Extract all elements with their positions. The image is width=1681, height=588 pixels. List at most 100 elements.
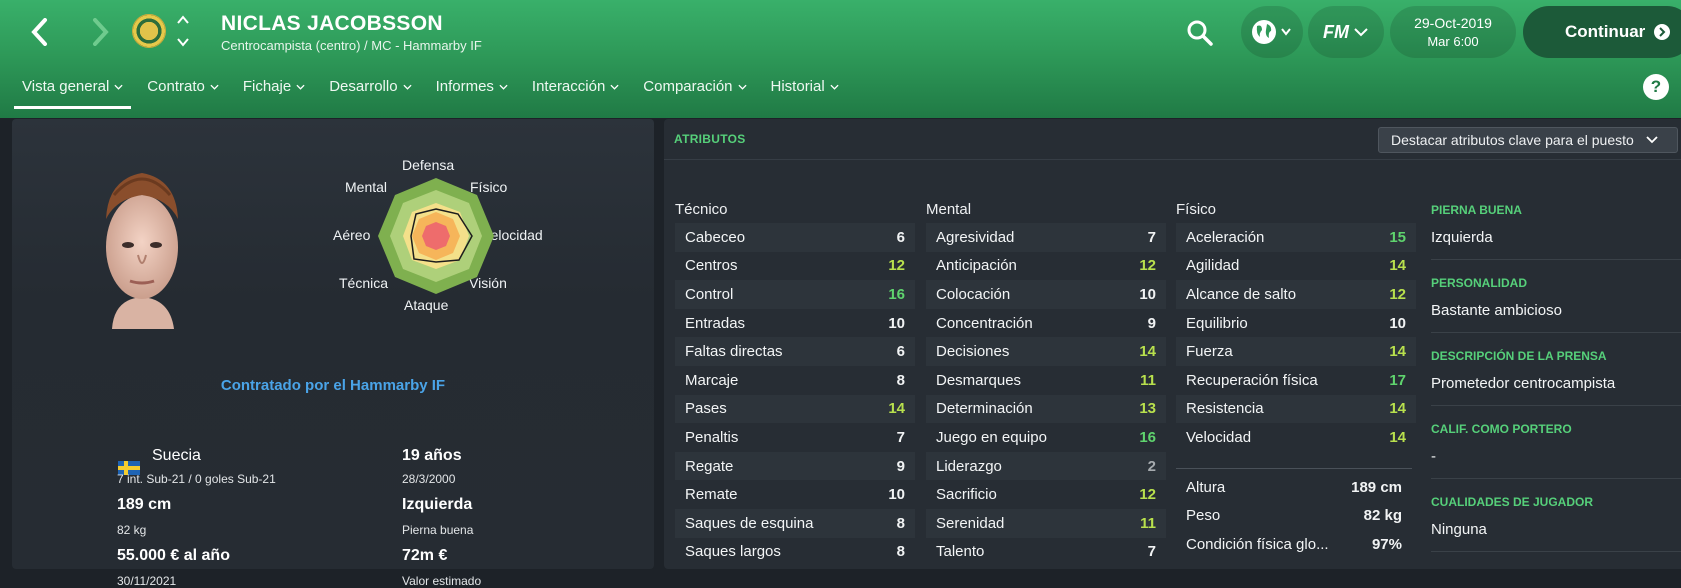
current-time: Mar 6:00 xyxy=(1427,34,1479,49)
attribute-name: Resistencia xyxy=(1186,400,1264,418)
nationality[interactable]: Suecia xyxy=(152,447,201,465)
detail-label: PERSONALIDAD xyxy=(1431,276,1528,290)
attribute-name: Control xyxy=(685,285,734,303)
preferred-foot: Izquierda xyxy=(402,496,473,513)
tab-desarrollo[interactable]: Desarrollo xyxy=(321,76,419,109)
physical-attribute-row[interactable]: Agilidad 14 xyxy=(1176,252,1416,281)
chevron-down-icon xyxy=(1354,28,1368,37)
measurement-attribute-row[interactable]: Peso 82 kg xyxy=(1176,502,1412,531)
overview-panel: Defensa Mental Físico Aéreo Velocidad Té… xyxy=(12,119,654,588)
physical-attribute-row[interactable]: Resistencia 14 xyxy=(1176,394,1416,424)
mental-attribute-row[interactable]: Anticipación 12 xyxy=(926,252,1166,281)
mental-attribute-row[interactable]: Serenidad 11 xyxy=(926,508,1166,538)
physical-attribute-row[interactable]: Aceleración 15 xyxy=(1176,223,1416,252)
world-menu-button[interactable] xyxy=(1241,6,1303,58)
mental-attribute-row[interactable]: Colocación 10 xyxy=(926,280,1166,309)
player-details-list: PIERNA BUENA Izquierda PERSONALIDAD Bastant… xyxy=(1431,203,1681,568)
highlight-attributes-dropdown[interactable]: Destacar atributos clave para el puesto xyxy=(1378,127,1678,153)
technical-heading: Técnico xyxy=(675,201,728,218)
tab-vista-general[interactable]: Vista general xyxy=(14,76,132,109)
technical-attribute-row[interactable]: Saques de esquina 8 xyxy=(675,508,915,538)
measurement-attribute-row[interactable]: Condición física glo... 97% xyxy=(1176,530,1412,559)
player-portrait-image xyxy=(106,173,178,329)
technical-attribute-row[interactable]: Centros 12 xyxy=(675,252,915,281)
technical-attribute-row[interactable]: Faltas directas 6 xyxy=(675,337,915,366)
technical-attributes-list: Cabeceo 6 Centros 12 Control 16 Entradas 10 Falt… xyxy=(675,223,915,566)
attribute-name: Liderazgo xyxy=(936,457,1002,475)
globe-icon xyxy=(1252,20,1291,44)
date-display[interactable]: 29-Oct-2019 Mar 6:00 xyxy=(1390,6,1516,58)
mental-attribute-row[interactable]: Juego en equipo 16 xyxy=(926,423,1166,452)
search-icon xyxy=(1187,20,1213,46)
mental-attribute-row[interactable]: Agresividad 7 xyxy=(926,223,1166,252)
radar-label-aereo: Aéreo xyxy=(333,227,371,243)
profile-tabs: Vista general Contrato Fichaje Desarroll… xyxy=(14,76,855,109)
player-switch-arrows[interactable] xyxy=(176,14,190,48)
attribute-name: Desmarques xyxy=(936,371,1022,389)
technical-attribute-row[interactable]: Marcaje 8 xyxy=(675,366,915,395)
youth-caps: 7 int. Sub-21 / 0 goles Sub-21 xyxy=(117,472,276,486)
attribute-value: 10 xyxy=(1389,314,1406,332)
mental-attribute-row[interactable]: Desmarques 11 xyxy=(926,366,1166,395)
attribute-value: 14 xyxy=(1389,428,1406,446)
fm-logo: FM xyxy=(1323,21,1349,42)
mental-attribute-row[interactable]: Determinación 13 xyxy=(926,394,1166,424)
fm-menu-button[interactable]: FM xyxy=(1308,6,1384,58)
technical-attribute-row[interactable]: Remate 10 xyxy=(675,480,915,509)
attribute-name: Altura xyxy=(1186,478,1226,496)
technical-attribute-row[interactable]: Cabeceo 6 xyxy=(675,223,915,252)
attribute-value: 13 xyxy=(1139,400,1156,418)
tab-informes[interactable]: Informes xyxy=(428,76,516,109)
club-badge-icon[interactable] xyxy=(132,14,166,48)
attribute-name: Equilibrio xyxy=(1186,314,1248,332)
technical-attribute-row[interactable]: Pases 14 xyxy=(675,394,915,424)
tab-contrato[interactable]: Contrato xyxy=(139,76,227,109)
forward-button[interactable] xyxy=(86,14,116,50)
detail-value: Izquierda xyxy=(1431,221,1681,260)
attributes-panel: ATRIBUTOS Destacar atributos clave para … xyxy=(664,119,1681,569)
physical-attribute-row[interactable]: Fuerza 14 xyxy=(1176,337,1416,366)
attribute-value: 12 xyxy=(1139,486,1156,504)
attribute-name: Saques de esquina xyxy=(685,514,814,532)
tab-fichaje[interactable]: Fichaje xyxy=(235,76,313,109)
physical-attribute-row[interactable]: Velocidad 14 xyxy=(1176,423,1416,452)
player-subtitle: Centrocampista (centro) / MC - Hammarby … xyxy=(221,38,482,53)
attribute-name: Faltas directas xyxy=(685,343,783,361)
tab-comparacion[interactable]: Comparación xyxy=(635,76,754,109)
mental-attribute-row[interactable]: Liderazgo 2 xyxy=(926,451,1166,481)
attribute-name: Colocación xyxy=(936,285,1011,303)
attribute-name: Peso xyxy=(1186,507,1221,525)
attribute-value: 7 xyxy=(896,428,905,446)
signed-by-link[interactable]: Contratado por el Hammarby IF xyxy=(12,377,654,394)
detail-value: Bastante ambicioso xyxy=(1431,294,1681,333)
back-button[interactable] xyxy=(24,14,54,50)
mental-attribute-row[interactable]: Concentración 9 xyxy=(926,309,1166,338)
mental-attribute-row[interactable]: Decisiones 14 xyxy=(926,337,1166,366)
attribute-value: 9 xyxy=(896,457,905,475)
attribute-value: 12 xyxy=(1139,257,1156,275)
player-name: NICLAS JACOBSSON xyxy=(221,12,443,35)
attribute-value: 6 xyxy=(896,343,905,361)
tab-historial[interactable]: Historial xyxy=(763,76,847,109)
estimated-value-label: Valor estimado xyxy=(402,574,482,588)
attribute-value: 12 xyxy=(888,257,905,275)
detail-label: PIERNA BUENA xyxy=(1431,203,1522,217)
attribute-value: 7 xyxy=(1147,543,1156,561)
help-button[interactable]: ? xyxy=(1643,74,1669,100)
attribute-value: 14 xyxy=(1389,343,1406,361)
physical-attribute-row[interactable]: Alcance de salto 12 xyxy=(1176,280,1416,309)
technical-attribute-row[interactable]: Penaltis 7 xyxy=(675,423,915,452)
tab-interaccion[interactable]: Interacción xyxy=(524,76,627,109)
technical-attribute-row[interactable]: Entradas 10 xyxy=(675,309,915,338)
continue-button[interactable]: Continuar xyxy=(1523,6,1681,58)
physical-attribute-row[interactable]: Recuperación física 17 xyxy=(1176,366,1416,395)
attribute-name: Pases xyxy=(685,400,727,418)
detail-label: CALIF. COMO PORTERO xyxy=(1431,422,1572,436)
attribute-name: Condición física glo... xyxy=(1186,535,1329,553)
technical-attribute-row[interactable]: Control 16 xyxy=(675,280,915,309)
physical-attribute-row[interactable]: Equilibrio 10 xyxy=(1176,309,1416,338)
measurement-attribute-row[interactable]: Altura 189 cm xyxy=(1176,473,1412,502)
technical-attribute-row[interactable]: Regate 9 xyxy=(675,451,915,481)
mental-attribute-row[interactable]: Sacrificio 12 xyxy=(926,480,1166,509)
search-button[interactable] xyxy=(1183,16,1217,50)
